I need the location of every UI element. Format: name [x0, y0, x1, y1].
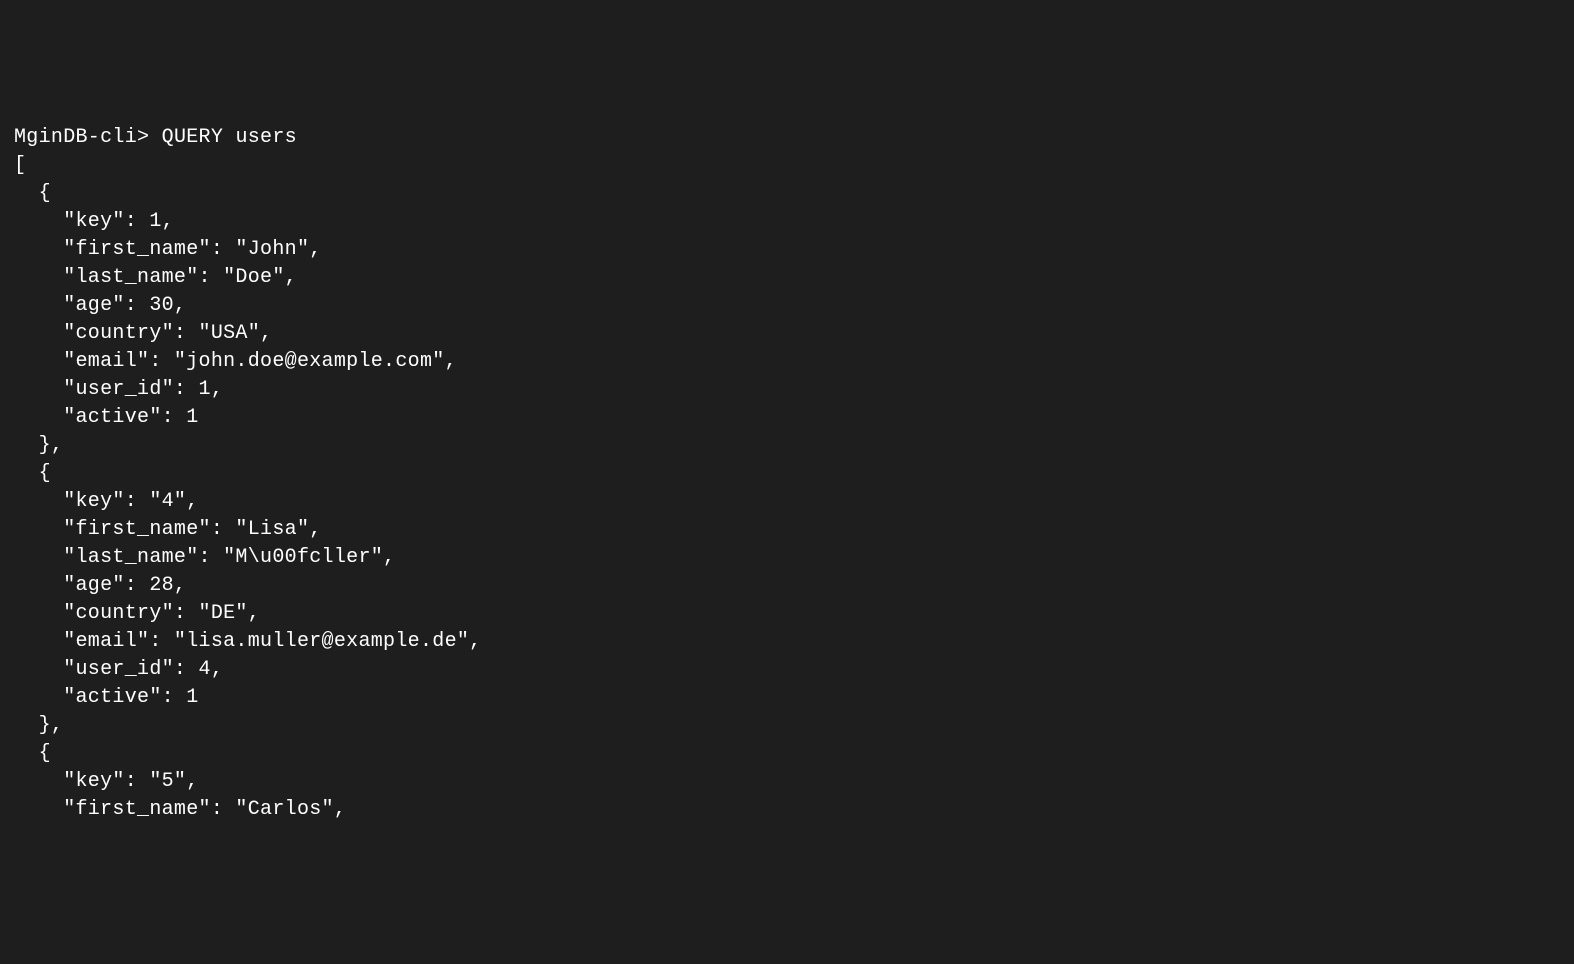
terminal-command: QUERY users — [162, 126, 297, 149]
terminal-prompt: MginDB-cli> — [14, 126, 149, 149]
terminal-output: [ { "key": 1, "first_name": "John", "las… — [14, 152, 1560, 824]
terminal-window[interactable]: MginDB-cli> QUERY users [ { "key": 1, "f… — [14, 124, 1560, 824]
terminal-prompt-line: MginDB-cli> QUERY users — [14, 126, 297, 149]
